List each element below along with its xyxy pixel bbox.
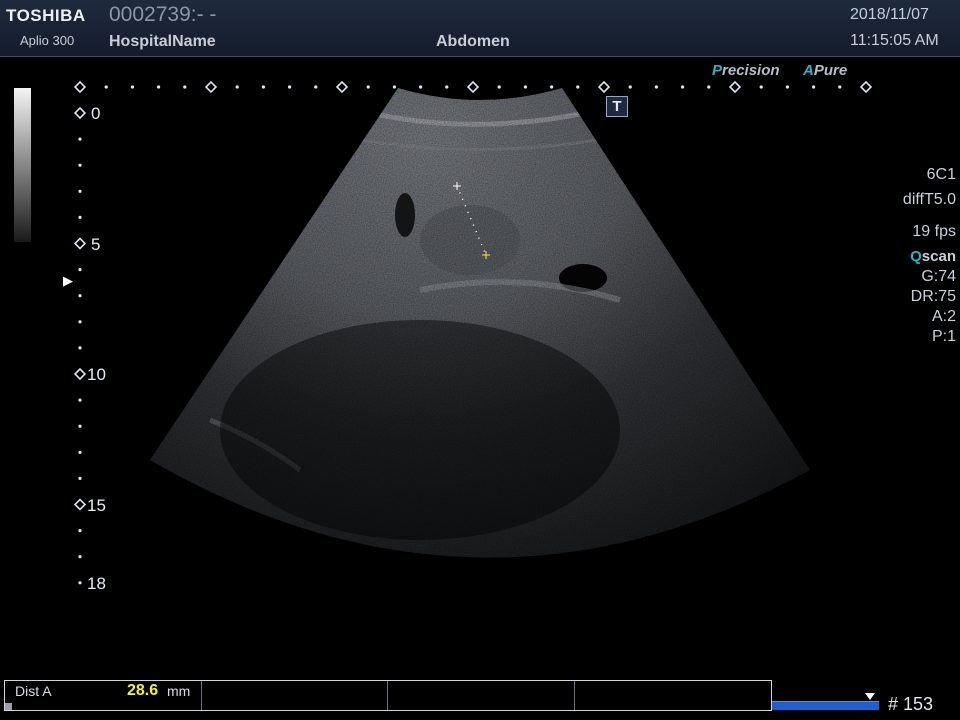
- lateral-minor-tick: [576, 85, 580, 89]
- measurement-divider: [574, 681, 575, 710]
- lateral-major-tick: [204, 80, 218, 94]
- lateral-minor-tick: [157, 85, 161, 89]
- depth-label-10: 10: [87, 365, 106, 384]
- lateral-minor-tick: [261, 85, 265, 89]
- qscan-label: Qscan: [910, 248, 956, 265]
- depth-label-5: 5: [91, 235, 101, 254]
- lateral-minor-tick: [654, 85, 659, 89]
- frame-number: # 153: [888, 694, 934, 714]
- depth-minor-tick: [78, 137, 82, 141]
- frame-rate: 19 fps: [912, 223, 956, 240]
- lateral-major-tick: [859, 80, 873, 94]
- lateral-minor-tick: [523, 85, 528, 89]
- depth-minor-tick: [78, 450, 82, 454]
- lateral-minor-tick: [314, 85, 318, 89]
- lateral-minor-tick: [104, 85, 108, 89]
- t-badge: T: [606, 96, 628, 117]
- lateral-minor-tick: [838, 85, 842, 89]
- lateral-scale: [73, 80, 873, 94]
- lateral-minor-tick: [785, 85, 790, 89]
- lateral-minor-tick: [419, 85, 423, 89]
- cine-marker-icon[interactable]: [865, 693, 875, 700]
- measurement-divider: [387, 681, 388, 710]
- depth-minor-tick: [78, 294, 82, 298]
- status-square-icon: [5, 703, 12, 710]
- lateral-minor-tick: [497, 85, 501, 89]
- depth-minor-tick: [78, 476, 82, 480]
- depth-minor-tick: [78, 424, 82, 428]
- depth-minor-tick: [78, 189, 82, 193]
- lateral-major-tick: [597, 80, 611, 94]
- preset-label: diffT5.0: [902, 191, 956, 208]
- depth-minor-tick: [78, 163, 82, 167]
- lateral-minor-tick: [392, 85, 396, 89]
- lateral-major-tick: [335, 80, 349, 94]
- depth-minor-tick: [78, 215, 82, 219]
- depth-minor-tick: [78, 320, 82, 324]
- measurement-unit: mm: [167, 683, 191, 699]
- gain-value: G:74: [921, 268, 956, 285]
- probe-label: 6C1: [926, 166, 956, 183]
- measurement-divider: [201, 681, 202, 710]
- lateral-minor-tick: [812, 85, 816, 89]
- ultrasound-screen: TOSHIBA Aplio 300 0002739:- - HospitalNa…: [0, 0, 960, 720]
- ultrasound-image: [73, 80, 873, 585]
- depth-label-18: 18: [87, 574, 106, 593]
- lateral-minor-tick: [445, 85, 449, 89]
- measurement-label: Dist A: [15, 683, 52, 699]
- lateral-minor-tick: [183, 85, 187, 89]
- lateral-major-tick: [466, 80, 480, 94]
- lateral-minor-tick: [235, 85, 239, 89]
- depth-minor-tick: [78, 529, 82, 533]
- depth-major-tick: [73, 237, 87, 250]
- depth-scale: [73, 106, 87, 585]
- dynamic-range-value: DR:75: [910, 288, 956, 305]
- depth-minor-tick: [78, 581, 82, 585]
- depth-major-tick: [73, 367, 87, 381]
- lateral-minor-tick: [130, 85, 134, 89]
- persistence-value: P:1: [931, 328, 956, 345]
- lateral-minor-tick: [288, 85, 292, 89]
- lateral-minor-tick: [550, 85, 554, 89]
- depth-major-tick: [73, 498, 87, 511]
- depth-minor-tick: [78, 346, 82, 350]
- lateral-minor-tick: [759, 85, 763, 89]
- lateral-minor-tick: [707, 85, 711, 89]
- lateral-minor-tick: [628, 85, 632, 89]
- lateral-minor-tick: [366, 85, 370, 89]
- measurement-value: 28.6: [127, 682, 159, 699]
- lateral-minor-tick: [681, 85, 685, 89]
- scan-sector: [150, 88, 810, 558]
- lateral-major-tick: [728, 80, 742, 94]
- focus-marker-icon[interactable]: ▶: [63, 273, 73, 289]
- depth-label-15: 15: [87, 496, 106, 515]
- depth-major-tick: [73, 106, 87, 120]
- lateral-major-tick: [73, 80, 87, 94]
- acq-value: A:2: [931, 308, 956, 325]
- depth-minor-tick: [78, 555, 82, 559]
- cine-progress-bar[interactable]: [772, 701, 879, 710]
- depth-minor-tick: [78, 398, 82, 402]
- depth-minor-tick: [78, 268, 82, 272]
- measurement-panel: Dist A 28.6 mm: [4, 680, 772, 711]
- depth-label-0: 0: [91, 104, 101, 123]
